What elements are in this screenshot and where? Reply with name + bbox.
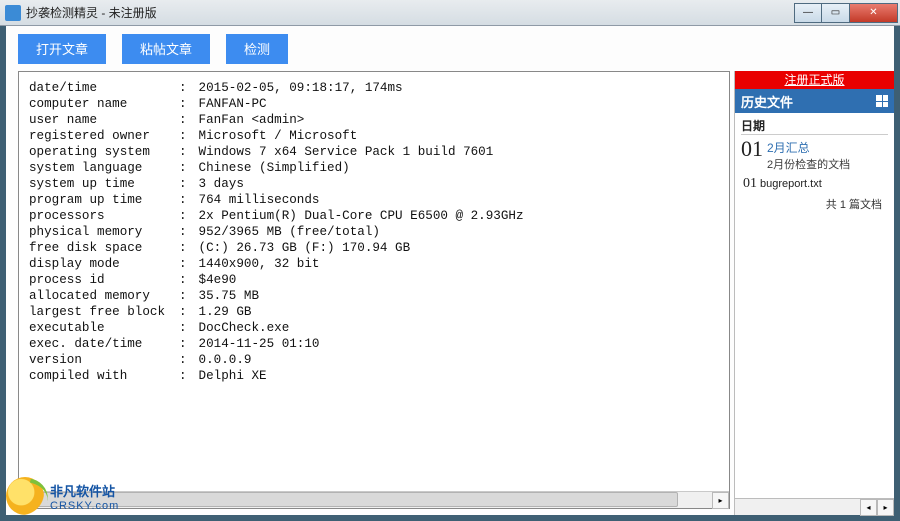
log-textarea[interactable]: date/time: 2015-02-05, 09:18:17, 174msco… (18, 71, 730, 509)
close-button[interactable]: ✕ (850, 3, 898, 23)
log-line: computer name: FANFAN-PC (29, 96, 719, 112)
log-line: system up time: 3 days (29, 176, 719, 192)
register-banner[interactable]: 注册正式版 (735, 71, 894, 89)
history-file[interactable]: 01bugreport.txt (743, 176, 888, 192)
scroll-right-button[interactable]: ▸ (877, 499, 894, 516)
scroll-left-button[interactable]: ◂ (19, 492, 36, 509)
log-line: largest free block: 1.29 GB (29, 304, 719, 320)
log-line: version: 0.0.0.9 (29, 352, 719, 368)
window-buttons: — ▭ ✕ (794, 3, 898, 23)
client-area: 打开文章 粘帖文章 检测 date/time: 2015-02-05, 09:1… (0, 26, 900, 521)
horizontal-scrollbar[interactable]: ◂ ▸ (19, 491, 729, 508)
log-line: operating system: Windows 7 x64 Service … (29, 144, 719, 160)
log-line: allocated memory: 35.75 MB (29, 288, 719, 304)
scroll-thumb[interactable] (36, 492, 678, 507)
file-name: bugreport.txt (760, 178, 822, 190)
log-line: free disk space: (C:) 26.73 GB (F:) 170.… (29, 240, 719, 256)
history-header: 历史文件 (735, 89, 894, 113)
maximize-button[interactable]: ▭ (822, 3, 850, 23)
entry-subtitle: 2月份检查的文档 (767, 156, 850, 172)
scroll-track[interactable] (36, 492, 712, 509)
entry-title: 2月汇总 (767, 139, 850, 156)
log-line: executable: DocCheck.exe (29, 320, 719, 336)
log-line: compiled with: Delphi XE (29, 368, 719, 384)
app-icon (5, 5, 21, 21)
history-footer: ◂ ▸ (735, 498, 894, 515)
log-line: physical memory: 952/3965 MB (free/total… (29, 224, 719, 240)
log-line: date/time: 2015-02-05, 09:18:17, 174ms (29, 80, 719, 96)
log-line: display mode: 1440x900, 32 bit (29, 256, 719, 272)
log-line: process id: $4e90 (29, 272, 719, 288)
log-line: registered owner: Microsoft / Microsoft (29, 128, 719, 144)
check-button[interactable]: 检测 (226, 34, 288, 64)
log-line: user name: FanFan <admin> (29, 112, 719, 128)
log-line: exec. date/time: 2014-11-25 01:10 (29, 336, 719, 352)
left-pane: date/time: 2015-02-05, 09:18:17, 174msco… (6, 71, 734, 515)
date-header: 日期 (741, 117, 888, 135)
history-entry[interactable]: 01 2月汇总 2月份检查的文档 (741, 139, 888, 172)
history-body: 日期 01 2月汇总 2月份检查的文档 01bugreport.txt 共 1 … (735, 113, 894, 498)
scroll-right-button[interactable]: ▸ (712, 492, 729, 509)
minimize-button[interactable]: — (794, 3, 822, 23)
grid-icon[interactable] (876, 95, 888, 107)
paste-article-button[interactable]: 粘帖文章 (122, 34, 210, 64)
entry-daynum: 01 (741, 139, 763, 159)
file-num: 01 (743, 176, 757, 191)
sidebar: 注册正式版 历史文件 日期 01 2月汇总 2月份检查的文档 01bugrepo… (734, 71, 894, 515)
window-title: 抄袭检测精灵 - 未注册版 (26, 4, 794, 21)
open-article-button[interactable]: 打开文章 (18, 34, 106, 64)
history-title: 历史文件 (741, 92, 793, 111)
history-count: 共 1 篇文档 (741, 196, 882, 212)
log-line: program up time: 764 milliseconds (29, 192, 719, 208)
main: date/time: 2015-02-05, 09:18:17, 174msco… (6, 71, 894, 515)
log-line: processors: 2x Pentium(R) Dual-Core CPU … (29, 208, 719, 224)
scroll-left-button[interactable]: ◂ (860, 499, 877, 516)
titlebar: 抄袭检测精灵 - 未注册版 — ▭ ✕ (0, 0, 900, 26)
log-line: system language: Chinese (Simplified) (29, 160, 719, 176)
toolbar: 打开文章 粘帖文章 检测 (6, 26, 894, 71)
